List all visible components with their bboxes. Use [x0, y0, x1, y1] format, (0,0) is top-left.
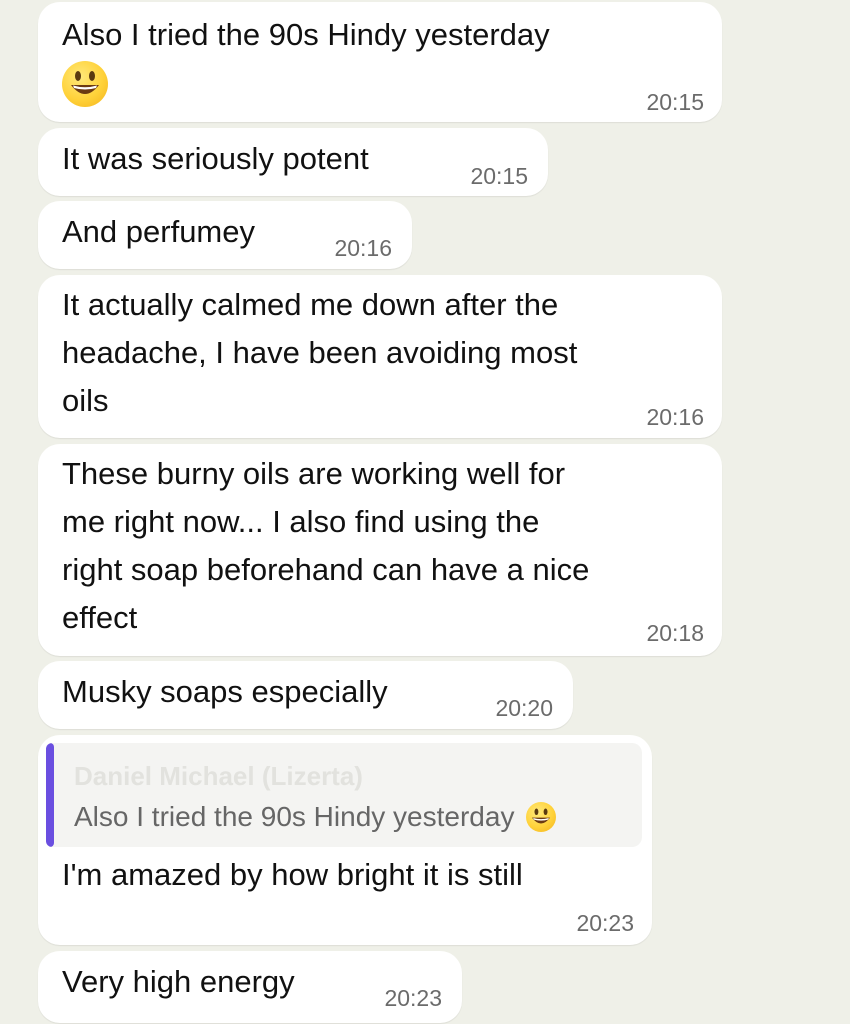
- message-timestamp: 20:16: [646, 404, 704, 430]
- reply-message-bubble[interactable]: Daniel Michael (Lizerta) Also I tried th…: [38, 735, 652, 945]
- message-text: Also I tried the 90s Hindy yesterday: [62, 17, 550, 52]
- message-bubble[interactable]: These burny oils are working well for me…: [38, 444, 722, 656]
- message-text-line: right soap beforehand can have a nice: [62, 552, 590, 587]
- message-text: I'm amazed by how bright it is still: [62, 857, 523, 892]
- message-text: Musky soaps especially: [62, 674, 388, 709]
- message-text: And perfumey: [62, 214, 255, 249]
- message-timestamp: 20:18: [646, 620, 704, 646]
- quoted-author: Daniel Michael (Lizerta): [74, 761, 363, 791]
- message-text-line: effect: [62, 600, 138, 635]
- message-text: Very high energy: [62, 964, 295, 999]
- message-text: It was seriously potent: [62, 141, 369, 176]
- message-bubble[interactable]: And perfumey 20:16: [38, 201, 412, 269]
- message-bubble[interactable]: It actually calmed me down after the hea…: [38, 275, 722, 438]
- quote-accent-bar: [46, 743, 54, 847]
- message-timestamp: 20:23: [384, 985, 442, 1011]
- grinning-face-emoji-icon: [526, 802, 557, 832]
- message-text-line: These burny oils are working well for: [62, 456, 566, 491]
- message-bubble[interactable]: It was seriously potent 20:15: [38, 128, 548, 196]
- message-timestamp: 20:15: [470, 163, 528, 189]
- message-text-line: It actually calmed me down after the: [62, 287, 559, 322]
- message-bubble[interactable]: Musky soaps especially 20:20: [38, 661, 573, 729]
- quoted-message[interactable]: Daniel Michael (Lizerta) Also I tried th…: [46, 743, 642, 847]
- quoted-text: Also I tried the 90s Hindy yesterday: [74, 801, 557, 833]
- message-timestamp: 20:23: [576, 910, 634, 936]
- message-text-line: oils: [62, 383, 109, 418]
- message-timestamp: 20:20: [495, 695, 553, 721]
- message-bubble[interactable]: Very high energy 20:23: [38, 951, 462, 1023]
- quoted-text-content: Also I tried the 90s Hindy yesterday: [74, 801, 515, 832]
- message-timestamp: 20:16: [334, 235, 392, 261]
- grinning-face-emoji-icon: [62, 61, 108, 107]
- message-bubble[interactable]: Also I tried the 90s Hindy yesterday 20:…: [38, 2, 722, 122]
- message-text-line: me right now... I also find using the: [62, 504, 540, 539]
- message-text-line: headache, I have been avoiding most: [62, 335, 578, 370]
- message-timestamp: 20:15: [646, 89, 704, 115]
